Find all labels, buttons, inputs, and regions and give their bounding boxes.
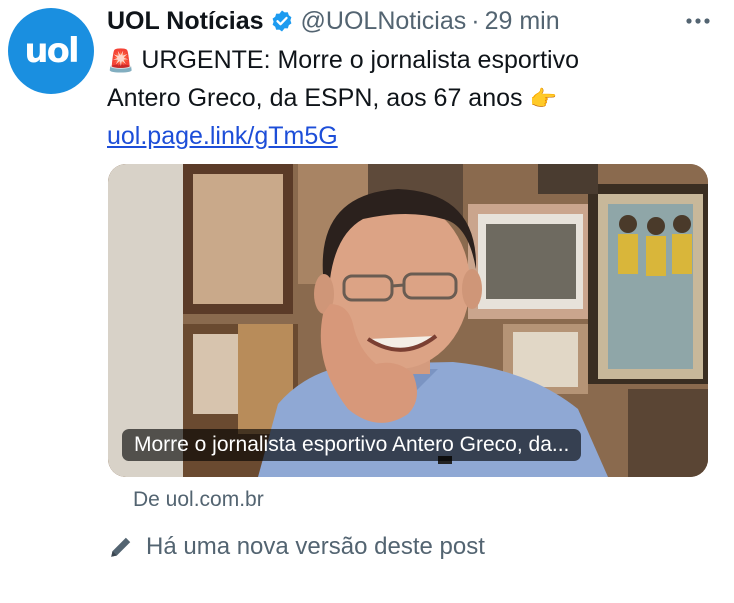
new-version-notice[interactable]: Há uma nova versão deste post (108, 533, 485, 561)
dot-separator: · (471, 6, 480, 35)
post-headline: URGENTE: Morre o jornalista esportivo (141, 46, 579, 74)
card-caption: Morre o jornalista esportivo Antero Grec… (122, 429, 582, 461)
post-headline-continued: Antero Greco, da ESPN, aos 67 anos (107, 84, 523, 112)
pencil-icon (111, 537, 131, 557)
post-text-line2: Antero Greco, da ESPN, aos 67 anos 👉 (107, 80, 707, 118)
avatar[interactable]: uol (8, 8, 94, 94)
post-timestamp[interactable]: 29 min (485, 7, 560, 36)
account-name[interactable]: UOL Notícias (107, 7, 264, 36)
new-version-text: Há uma nova versão deste post (146, 533, 485, 560)
post-header: UOL Notícias @UOLNoticias · 29 min (107, 4, 716, 38)
avatar-logo-text: uol (24, 31, 79, 71)
more-options-icon[interactable] (680, 4, 716, 38)
card-source[interactable]: De uol.com.br (133, 488, 264, 512)
account-handle[interactable]: @UOLNoticias (301, 7, 467, 36)
post-text: 🚨 URGENTE: Morre o jornalista esportivo … (107, 42, 707, 154)
post-link[interactable]: uol.page.link/gTm5G (107, 122, 338, 150)
post-link-line: uol.page.link/gTm5G (107, 118, 707, 154)
post-text-line1: 🚨 URGENTE: Morre o jornalista esportivo (107, 42, 707, 80)
pointing-hand-emoji-icon: 👉 (529, 87, 557, 112)
siren-emoji-icon: 🚨 (107, 49, 135, 74)
verified-badge-icon[interactable] (270, 9, 294, 33)
link-preview-card[interactable]: Morre o jornalista esportivo Antero Grec… (108, 164, 708, 477)
